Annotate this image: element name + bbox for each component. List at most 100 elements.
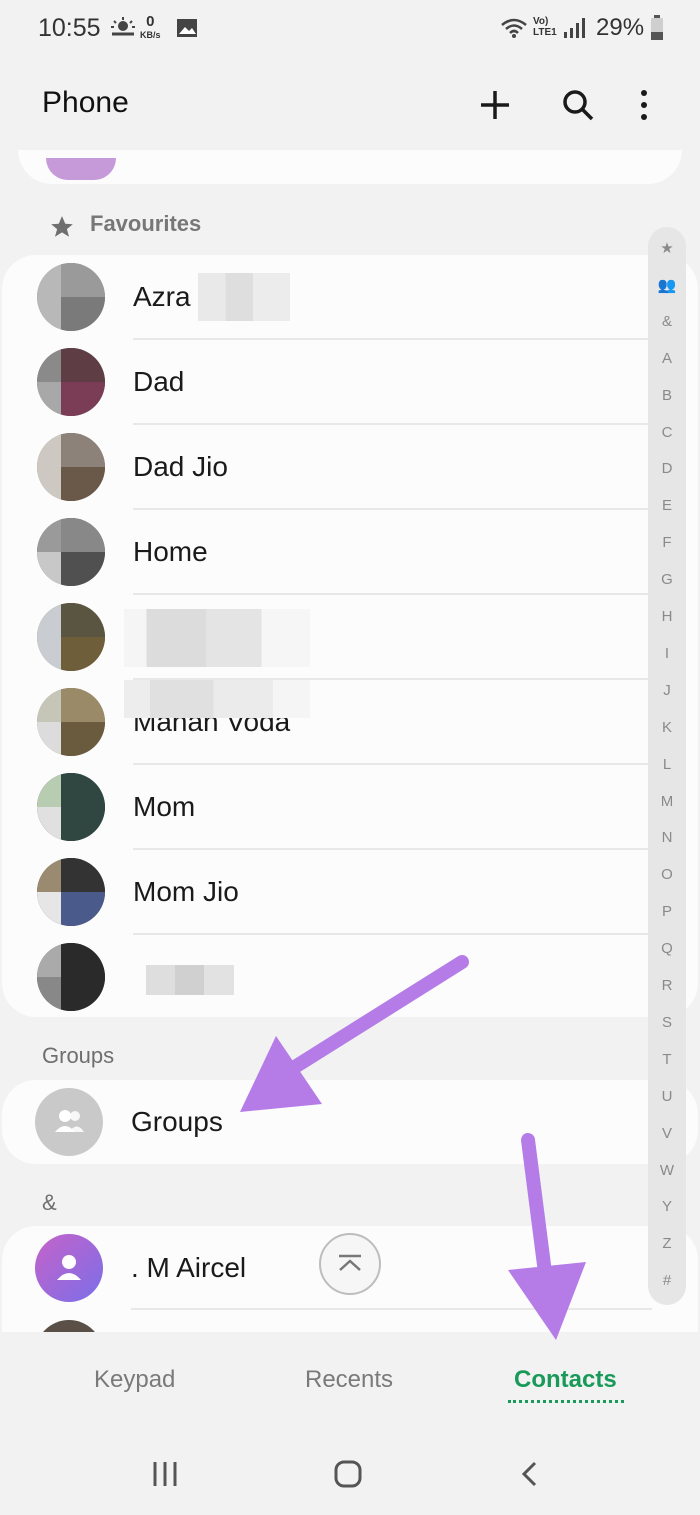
index-letter[interactable]: 👥 xyxy=(648,276,686,294)
redacted-name xyxy=(124,609,310,667)
index-letter[interactable]: K xyxy=(648,719,686,736)
search-icon[interactable] xyxy=(561,88,595,122)
index-letter[interactable]: & xyxy=(648,313,686,330)
system-nav-bar xyxy=(0,1432,700,1515)
favourite-contact-row[interactable]: Mom xyxy=(2,765,652,850)
contact-avatar xyxy=(37,603,105,671)
index-letter[interactable]: F xyxy=(648,534,686,551)
favourite-contact-row[interactable] xyxy=(2,935,652,1020)
bottom-nav: Keypad Recents Contacts xyxy=(0,1332,700,1432)
index-letter[interactable]: ★ xyxy=(648,239,686,257)
battery-percent: 29% xyxy=(596,14,645,41)
favourite-contact-row[interactable]: Home xyxy=(2,510,652,595)
battery-icon xyxy=(651,15,663,40)
contact-avatar xyxy=(37,263,105,331)
index-letter[interactable]: E xyxy=(648,497,686,514)
favourite-contact-row[interactable]: Azra xyxy=(2,255,652,340)
contact-name: Dad Jio xyxy=(133,451,228,482)
index-letter[interactable]: C xyxy=(648,424,686,441)
redacted-surname xyxy=(198,273,290,321)
gallery-icon xyxy=(177,19,197,37)
favourites-card: Azra Dad Dad Jio Home Mahan Voda Mom Mom… xyxy=(2,255,698,1017)
wifi-icon xyxy=(501,18,527,38)
profile-card[interactable] xyxy=(18,150,682,184)
profile-avatar xyxy=(46,158,116,180)
contact-avatar xyxy=(37,688,105,756)
index-letter[interactable]: B xyxy=(648,387,686,404)
amp-section-header: & xyxy=(42,1190,57,1215)
index-letter[interactable]: L xyxy=(648,756,686,773)
network-lte: LTE1 xyxy=(533,27,557,38)
index-letter[interactable]: D xyxy=(648,460,686,477)
index-letter[interactable]: S xyxy=(648,1014,686,1031)
index-letter[interactable]: I xyxy=(648,645,686,662)
favourite-contact-row[interactable]: Dad Jio xyxy=(2,425,652,510)
index-letter[interactable]: V xyxy=(648,1125,686,1142)
index-letter[interactable]: T xyxy=(648,1051,686,1068)
index-letter[interactable]: Y xyxy=(648,1198,686,1215)
index-letter[interactable]: U xyxy=(648,1088,686,1105)
star-icon xyxy=(51,216,73,237)
index-letter[interactable]: W xyxy=(648,1162,686,1179)
home-icon[interactable] xyxy=(333,1460,363,1488)
alphabet-index-bar[interactable]: ★ 👥 & A B C D E F G H I J K L M N O P Q R S T U V W Y Z # xyxy=(648,227,686,1305)
contact-name: . M Aircel xyxy=(131,1252,247,1283)
active-tab-indicator xyxy=(508,1400,624,1403)
index-letter[interactable]: M xyxy=(648,793,686,810)
more-vertical-icon[interactable] xyxy=(636,88,652,122)
contact-avatar xyxy=(37,518,105,586)
person-icon xyxy=(57,1255,81,1280)
contact-avatar xyxy=(35,1320,103,1332)
tab-keypad[interactable]: Keypad xyxy=(94,1366,175,1394)
index-letter[interactable]: Q xyxy=(648,940,686,957)
tab-recents[interactable]: Recents xyxy=(305,1366,393,1394)
groups-header: Groups xyxy=(42,1043,115,1068)
index-letter[interactable]: O xyxy=(648,866,686,883)
contact-avatar xyxy=(37,858,105,926)
index-letter[interactable]: N xyxy=(648,829,686,846)
index-letter[interactable]: P xyxy=(648,903,686,920)
contact-name: Azra xyxy=(133,281,191,312)
contact-name: Mom Jio xyxy=(133,876,239,907)
weather-icon xyxy=(111,17,135,36)
contact-avatar xyxy=(37,433,105,501)
contact-avatar xyxy=(35,1234,103,1302)
index-letter[interactable]: R xyxy=(648,977,686,994)
favourite-contact-row[interactable] xyxy=(2,595,652,680)
back-icon[interactable] xyxy=(518,1460,542,1488)
favourites-header: Favourites xyxy=(90,211,202,236)
index-letter[interactable]: H xyxy=(648,608,686,625)
chevron-up-icon xyxy=(339,1254,361,1271)
contact-name: Dad xyxy=(133,366,185,397)
contact-avatar xyxy=(37,943,105,1011)
index-letter[interactable]: # xyxy=(648,1272,686,1289)
plus-icon[interactable] xyxy=(478,88,512,122)
favourite-contact-row[interactable]: Dad xyxy=(2,340,652,425)
redacted-overlay xyxy=(124,680,310,718)
signal-icon xyxy=(564,18,585,38)
network-type: Vo) LTE1 xyxy=(533,16,557,38)
index-letter[interactable]: G xyxy=(648,571,686,588)
net-speed-unit: KB/s xyxy=(140,30,161,40)
index-letter[interactable]: Z xyxy=(648,1235,686,1252)
status-bar: 10:55 0 KB/s Vo) LTE1 29% xyxy=(0,0,700,60)
net-speed-value: 0 xyxy=(146,13,155,30)
contact-name: Mom xyxy=(133,791,196,822)
contact-avatar xyxy=(37,348,105,416)
recent-apps-icon[interactable] xyxy=(150,1460,180,1488)
favourite-contact-row[interactable]: Mahan Voda xyxy=(2,680,652,765)
favourite-contact-row[interactable]: Mom Jio xyxy=(2,850,652,935)
groups-card[interactable]: Groups xyxy=(2,1080,698,1164)
page-title: Phone xyxy=(42,86,129,119)
scroll-to-top-button[interactable] xyxy=(319,1233,381,1295)
groups-label: Groups xyxy=(131,1106,223,1137)
redacted-name xyxy=(146,965,234,995)
index-letter[interactable]: J xyxy=(648,682,686,699)
index-letter[interactable]: A xyxy=(648,350,686,367)
people-icon xyxy=(55,1110,84,1132)
status-time: 10:55 xyxy=(38,14,101,42)
tab-contacts[interactable]: Contacts xyxy=(514,1366,617,1394)
network-volte: Vo) xyxy=(533,16,549,27)
net-speed: 0 KB/s xyxy=(140,14,161,41)
groups-avatar xyxy=(35,1088,103,1156)
